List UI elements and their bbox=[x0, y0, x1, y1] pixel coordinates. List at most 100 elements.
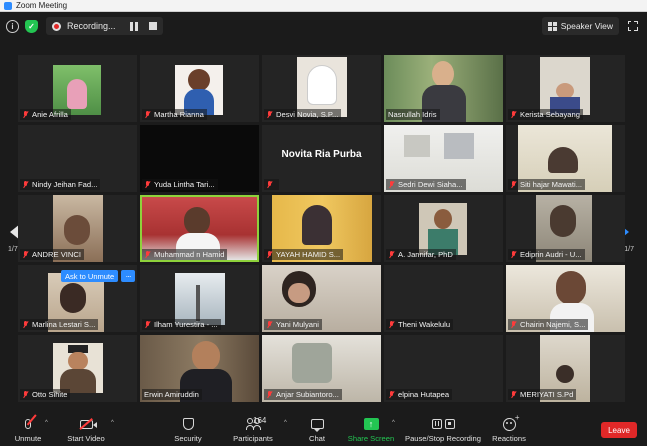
speaker-view-label: Speaker View bbox=[560, 21, 613, 31]
participant-tile[interactable]: Otto Sihite bbox=[18, 335, 137, 402]
participant-tile[interactable]: Anjar Subiantoro... bbox=[262, 335, 381, 402]
zoom-window: Zoom Meeting i ✓ Recording... Speaker Vi… bbox=[0, 0, 647, 446]
participant-tile-active-speaker[interactable]: Muhammad n Hamid bbox=[140, 195, 259, 262]
chat-bubble-icon bbox=[310, 419, 324, 432]
participant-name-label: A. Jannifar, PhD bbox=[386, 249, 456, 260]
participant-tile[interactable]: Chairin Najemi, S... bbox=[506, 265, 625, 332]
unmute-button[interactable]: Unmute bbox=[14, 412, 42, 446]
participant-name-label: Martha Rianna bbox=[142, 109, 207, 120]
muted-mic-icon bbox=[510, 250, 517, 259]
muted-mic-icon bbox=[266, 180, 273, 189]
participant-figure bbox=[68, 352, 88, 370]
share-screen-button[interactable]: ↑ Share Screen bbox=[348, 412, 394, 446]
reactions-label: Reactions bbox=[492, 434, 526, 443]
participant-tile[interactable]: Theni Wakelulu bbox=[384, 265, 503, 332]
participant-tile[interactable]: Ediprin Audri - U... bbox=[506, 195, 625, 262]
participant-figure bbox=[550, 205, 576, 237]
participant-name-label: Anjar Subiantoro... bbox=[264, 389, 342, 400]
participant-figure bbox=[188, 69, 210, 91]
security-button[interactable]: Security bbox=[172, 412, 204, 446]
participant-figure bbox=[64, 215, 90, 245]
tile-more-options-button[interactable]: ··· bbox=[121, 270, 135, 282]
muted-mic-icon bbox=[144, 180, 151, 189]
tower-figure bbox=[196, 285, 200, 321]
fullscreen-icon[interactable] bbox=[627, 20, 638, 31]
pause-stop-recording-icon bbox=[431, 419, 455, 429]
participant-tile[interactable]: MERIYATI S.Pd bbox=[506, 335, 625, 402]
recording-indicator: Recording... bbox=[46, 17, 163, 35]
participant-name-label: Otto Sihite bbox=[20, 389, 71, 400]
participant-name-label: Desvi Novia, S.P... bbox=[264, 109, 342, 120]
participant-photo bbox=[175, 273, 225, 325]
muted-mic-icon bbox=[388, 250, 395, 259]
muted-mic-icon bbox=[388, 180, 395, 189]
participant-tile[interactable]: Siti hajar Mawati... bbox=[506, 125, 625, 192]
participant-tile[interactable]: Martha Rianna bbox=[140, 55, 259, 122]
share-options-chevron-icon[interactable]: ^ bbox=[392, 420, 395, 426]
chat-button[interactable]: Chat bbox=[306, 412, 328, 446]
participant-tile[interactable]: A. Jannifar, PhD bbox=[384, 195, 503, 262]
share-screen-arrow-icon: ↑ bbox=[363, 418, 379, 430]
participant-tile[interactable]: Novita Ria Purba bbox=[262, 125, 381, 192]
muted-mic-icon bbox=[510, 180, 517, 189]
muted-mic-icon bbox=[22, 320, 29, 329]
participant-face bbox=[288, 283, 310, 303]
video-gallery: Anie Afrilla Martha Rianna Desvi Novia, … bbox=[18, 55, 625, 405]
share-screen-label: Share Screen bbox=[347, 434, 395, 443]
participant-name-label: Yuda Lintha Tari... bbox=[142, 179, 218, 190]
participant-name-label: Ilham Yurestira - ... bbox=[142, 319, 221, 330]
security-label: Security bbox=[174, 434, 202, 443]
participant-tile[interactable]: Anie Afrilla bbox=[18, 55, 137, 122]
participant-name-label: Ediprin Audri - U... bbox=[508, 249, 585, 260]
participant-tile[interactable]: YAYAH HAMID S... bbox=[262, 195, 381, 262]
stop-recording-icon[interactable] bbox=[148, 22, 157, 30]
participant-tile[interactable]: Nasrullah Idris bbox=[384, 55, 503, 122]
muted-mic-icon bbox=[266, 390, 273, 399]
reactions-button[interactable]: Reactions bbox=[492, 412, 526, 446]
participant-tile[interactable]: Desvi Novia, S.P... bbox=[262, 55, 381, 122]
pause-stop-recording-label: Pause/Stop Recording bbox=[405, 434, 481, 443]
participants-button[interactable]: 164 Participants bbox=[232, 412, 274, 446]
participant-tile[interactable]: Ilham Yurestira - ... bbox=[140, 265, 259, 332]
participant-tile[interactable]: Yani Mulyani bbox=[262, 265, 381, 332]
window-titlebar: Zoom Meeting bbox=[0, 0, 647, 12]
muted-mic-icon bbox=[22, 390, 29, 399]
leave-meeting-button[interactable]: Leave bbox=[601, 422, 637, 438]
meeting-toolbar: Unmute ^ Start Video ^ Security 164 Part… bbox=[0, 412, 647, 446]
grid-view-icon bbox=[547, 21, 557, 31]
encryption-shield-icon[interactable]: ✓ bbox=[25, 19, 38, 33]
participant-name-label: Muhammad n Hamid bbox=[142, 249, 228, 260]
audio-options-chevron-icon[interactable]: ^ bbox=[45, 420, 48, 426]
start-video-button[interactable]: Start Video bbox=[66, 412, 106, 446]
pause-recording-icon[interactable] bbox=[129, 21, 139, 31]
participant-name-label: ANDRE VINCI bbox=[20, 249, 84, 260]
muted-mic-icon bbox=[22, 110, 29, 119]
participant-figure bbox=[60, 283, 86, 313]
meeting-topbar: i ✓ Recording... Speaker View bbox=[0, 13, 647, 39]
participant-tile[interactable]: Erwin Amiruddin bbox=[140, 335, 259, 402]
zoom-logo-icon bbox=[4, 1, 12, 10]
speaker-view-button[interactable]: Speaker View bbox=[541, 17, 619, 35]
participant-tile[interactable]: Kerista Sebayang bbox=[506, 55, 625, 122]
participant-tile[interactable]: Sedri Dewi Siaha... bbox=[384, 125, 503, 192]
participant-name-label: Erwin Amiruddin bbox=[142, 389, 202, 400]
pause-stop-recording-button[interactable]: Pause/Stop Recording bbox=[405, 412, 481, 446]
participant-figure bbox=[307, 65, 337, 105]
participant-tile[interactable]: Nindy Jeihan Fad... bbox=[18, 125, 137, 192]
ask-to-unmute-button[interactable]: Ask to Unmute bbox=[61, 270, 119, 282]
participant-name-label: Yani Mulyani bbox=[264, 319, 322, 330]
muted-mic-icon bbox=[266, 320, 273, 329]
participant-name-label: MERIYATI S.Pd bbox=[508, 389, 577, 400]
participant-tile[interactable]: elpina Hutapea bbox=[384, 335, 503, 402]
participant-name-label: Anie Afrilla bbox=[20, 109, 71, 120]
muted-mic-icon bbox=[510, 110, 517, 119]
participant-figure bbox=[302, 205, 332, 245]
info-icon[interactable]: i bbox=[6, 19, 19, 33]
participant-name-label: Kerista Sebayang bbox=[508, 109, 583, 120]
participant-name-label: YAYAH HAMID S... bbox=[264, 249, 344, 260]
participant-tile[interactable]: Yuda Lintha Tari... bbox=[140, 125, 259, 192]
participant-tile[interactable]: ANDRE VINCI bbox=[18, 195, 137, 262]
page-indicator-right: 1/7 bbox=[624, 246, 634, 253]
participants-options-chevron-icon[interactable]: ^ bbox=[284, 420, 287, 426]
video-options-chevron-icon[interactable]: ^ bbox=[111, 420, 114, 426]
